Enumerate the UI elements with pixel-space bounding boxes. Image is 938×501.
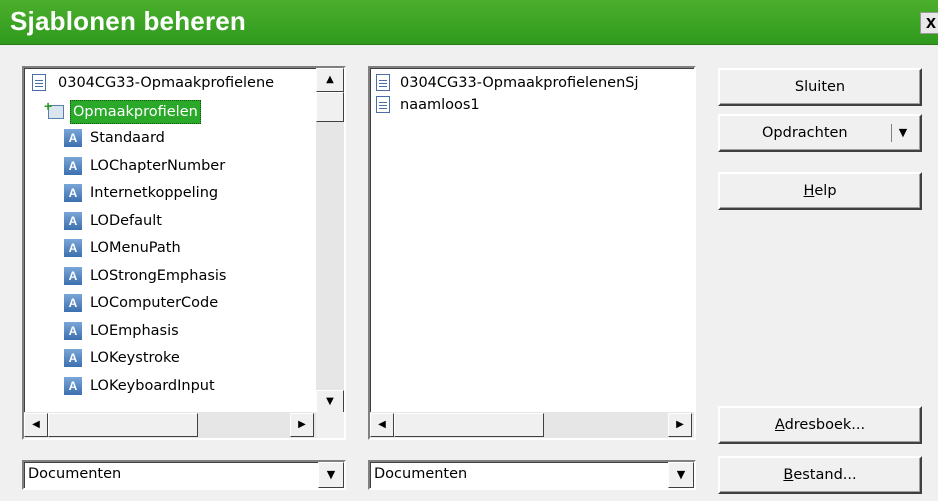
scroll-right-arrow-icon[interactable]: ▶ [290,413,314,437]
left-select-value: Documenten [28,466,122,482]
document-icon [376,74,390,91]
dialog-title: Sjablonen beheren [10,6,247,36]
tree-item-label: LOChapterNumber [90,157,226,174]
tree-item-label: LOKeystroke [90,350,180,366]
file-mnemonic: B [783,467,794,483]
document-icon [32,74,46,91]
scrollbar-corner [316,412,344,438]
scroll-up-arrow-icon[interactable]: ▲ [316,68,344,92]
tree-item-label: LOComputerCode [90,295,219,311]
style-icon: A [64,239,82,257]
tree-item-label: LODefault [90,212,162,229]
help-mnemonic: H [803,183,815,199]
tree-item-label: LOMenuPath [90,240,181,256]
right-location-select[interactable]: Documenten ▼ [368,460,696,490]
tree-item-label: LOStrongEmphasis [90,267,227,284]
template-list-right[interactable]: 0304CG33-OpmaakprofielenenSj naamloos1 ◀ … [368,66,696,440]
horizontal-scroll-thumb[interactable] [394,413,544,437]
style-icon: A [64,376,82,395]
scroll-left-arrow-icon[interactable]: ◀ [370,413,394,437]
document-icon [376,96,390,113]
close-button[interactable]: Sluiten [718,68,922,106]
style-icon: A [64,349,82,367]
right-horizontal-scrollbar[interactable]: ◀ ▶ [370,412,694,438]
style-icon: A [64,294,82,312]
vertical-scroll-thumb[interactable] [316,92,344,122]
address-book-mnemonic: A [774,417,785,433]
help-button[interactable]: Help [718,172,922,210]
tree-item-label: LOKeyboardInput [90,377,215,394]
dropdown-arrow-icon[interactable]: ▼ [318,462,344,488]
help-label: elp [814,183,837,199]
commands-button[interactable]: Opdrachten ▼ [718,114,922,152]
style-icon: A [64,266,82,285]
commands-label: Opdrachten [762,125,848,141]
style-icon: A [64,156,82,175]
template-tree-left[interactable]: 0304CG33-Opmaakprofielene + Opmaakprofiele… [22,66,346,440]
scroll-down-arrow-icon[interactable]: ▼ [316,390,344,414]
tree-item-label: Opmaakprofielen [70,99,201,124]
style-icon: A [64,211,82,230]
style-icon: A [64,129,82,147]
close-icon[interactable]: x [920,12,938,34]
right-select-value: Documenten [374,466,468,482]
file-label: estand... [793,467,857,483]
list-item-label: 0304CG33-OpmaakprofielenenSj [400,75,639,91]
title-bar: Sjablonen beheren x [0,0,938,45]
address-book-button[interactable]: Adresboek... [718,406,922,444]
left-vertical-scrollbar[interactable]: ▲ ▼ [316,68,344,414]
left-location-select[interactable]: Documenten ▼ [22,460,346,490]
dropdown-arrow-icon[interactable]: ▼ [668,462,694,488]
left-horizontal-scrollbar[interactable]: ◀ ▶ [24,412,316,438]
tree-item-label: Standaard [90,130,165,146]
tree-item-label: Internetkoppeling [90,185,219,201]
scroll-left-arrow-icon[interactable]: ◀ [24,413,48,437]
style-icon: A [64,184,82,202]
scroll-right-arrow-icon[interactable]: ▶ [668,413,692,437]
style-icon: A [64,321,82,340]
horizontal-scroll-thumb[interactable] [48,413,198,437]
list-item-label: naamloos1 [400,97,480,113]
address-book-label: dresboek... [784,417,866,433]
tree-item-label: LOEmphasis [90,322,179,339]
folder-icon: + [44,98,66,121]
file-button[interactable]: Bestand... [718,456,922,494]
tree-item-label: 0304CG33-Opmaakprofielene [58,75,275,91]
chevron-down-icon[interactable]: ▼ [891,124,914,142]
